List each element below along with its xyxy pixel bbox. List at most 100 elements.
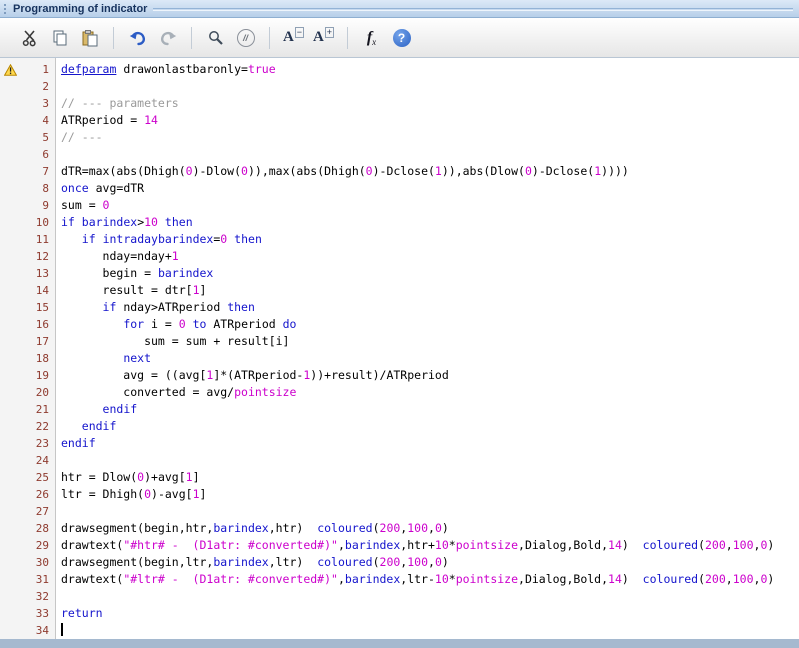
code-line[interactable]: 23 endif bbox=[0, 435, 799, 452]
code-text: begin = barindex bbox=[61, 266, 214, 280]
line-gutter: 33 bbox=[0, 605, 56, 622]
code-line[interactable]: 31 drawtext("#ltr# - (D1atr: #converted#)… bbox=[0, 571, 799, 588]
code-line[interactable]: 15 if nday>ATRperiod then bbox=[0, 299, 799, 316]
line-number: 26 bbox=[35, 488, 49, 501]
line-number: 25 bbox=[35, 471, 49, 484]
code-line[interactable]: 8 once avg=dTR bbox=[0, 180, 799, 197]
code-line[interactable]: 12 nday=nday+1 bbox=[0, 248, 799, 265]
code-line[interactable]: 27 bbox=[0, 503, 799, 520]
code-line[interactable]: 18 next bbox=[0, 350, 799, 367]
code-text: avg = ((avg[1]*(ATRperiod-1))+result)/AT… bbox=[61, 368, 449, 382]
code-line[interactable]: 20 converted = avg/pointsize bbox=[0, 384, 799, 401]
line-gutter: 21 bbox=[0, 401, 56, 418]
line-gutter: 34 bbox=[0, 622, 56, 639]
line-number: 15 bbox=[35, 301, 49, 314]
help-button[interactable]: ? bbox=[388, 24, 415, 51]
code-text: nday=nday+1 bbox=[61, 249, 179, 263]
code-line[interactable]: 34 bbox=[0, 622, 799, 639]
line-gutter: 15 bbox=[0, 299, 56, 316]
code-line[interactable]: 28 drawsegment(begin,htr,barindex,htr) co… bbox=[0, 520, 799, 537]
font-decrease-button[interactable]: A − bbox=[280, 24, 307, 51]
line-gutter: 28 bbox=[0, 520, 56, 537]
code-line[interactable]: 7 dTR=max(abs(Dhigh(0)-Dlow(0)),max(abs(D… bbox=[0, 163, 799, 180]
redo-icon bbox=[160, 31, 176, 45]
line-gutter: 32 bbox=[0, 588, 56, 605]
undo-button[interactable] bbox=[124, 24, 151, 51]
code-line[interactable]: 2 bbox=[0, 78, 799, 95]
code-line[interactable]: 14 result = dtr[1] bbox=[0, 282, 799, 299]
line-number: 16 bbox=[35, 318, 49, 331]
code-line[interactable]: 6 bbox=[0, 146, 799, 163]
panel-drag-handle[interactable] bbox=[4, 3, 7, 14]
code-text: endif bbox=[61, 436, 96, 450]
paste-button[interactable] bbox=[76, 24, 103, 51]
line-number: 31 bbox=[35, 573, 49, 586]
code-line[interactable]: 26 ltr = Dhigh(0)-avg[1] bbox=[0, 486, 799, 503]
line-gutter: 27 bbox=[0, 503, 56, 520]
code-line[interactable]: 1 defparam drawonlastbaronly=true bbox=[0, 61, 799, 78]
code-editor[interactable]: 1 defparam drawonlastbaronly=true 2 3// ---… bbox=[0, 58, 799, 639]
search-button[interactable] bbox=[202, 24, 229, 51]
line-gutter: 30 bbox=[0, 554, 56, 571]
code-line[interactable]: 32 bbox=[0, 588, 799, 605]
line-gutter: 25 bbox=[0, 469, 56, 486]
line-number: 33 bbox=[35, 607, 49, 620]
code-line[interactable]: 3 // --- parameters bbox=[0, 95, 799, 112]
code-text: if intradaybarindex=0 then bbox=[81, 232, 262, 246]
line-gutter: 26 bbox=[0, 486, 56, 503]
font-decrease-icon: A bbox=[282, 29, 294, 45]
function-button[interactable]: fx bbox=[358, 24, 385, 51]
code-line[interactable]: 22 endif bbox=[0, 418, 799, 435]
line-number: 1 bbox=[42, 63, 49, 76]
line-number: 24 bbox=[35, 454, 49, 467]
code-line[interactable]: 9 sum = 0 bbox=[0, 197, 799, 214]
code-text: once avg=dTR bbox=[61, 181, 145, 195]
line-number: 6 bbox=[42, 148, 49, 161]
line-number: 17 bbox=[35, 335, 49, 348]
line-gutter: 14 bbox=[0, 282, 56, 299]
code-line[interactable]: 30 drawsegment(begin,ltr,barindex,ltr) co… bbox=[0, 554, 799, 571]
code-line[interactable]: 33 return bbox=[0, 605, 799, 622]
line-number: 14 bbox=[35, 284, 49, 297]
undo-icon bbox=[129, 31, 145, 45]
line-gutter: 19 bbox=[0, 367, 56, 384]
titlebar[interactable]: Programming of indicator bbox=[0, 0, 799, 18]
code-text: sum = 0 bbox=[61, 198, 110, 212]
line-number: 13 bbox=[35, 267, 49, 280]
code-line[interactable]: 10 if barindex>10 then bbox=[0, 214, 799, 231]
code-line[interactable]: 17 sum = sum + result[i] bbox=[0, 333, 799, 350]
line-number: 20 bbox=[35, 386, 49, 399]
comment-button[interactable]: // bbox=[232, 24, 259, 51]
line-gutter: 9 bbox=[0, 197, 56, 214]
line-number: 32 bbox=[35, 590, 49, 603]
code-line[interactable]: 24 bbox=[0, 452, 799, 469]
code-text: endif bbox=[102, 402, 138, 416]
code-line[interactable]: 16 for i = 0 to ATRperiod do bbox=[0, 316, 799, 333]
code-line[interactable]: 21 endif bbox=[0, 401, 799, 418]
code-line[interactable]: 5 // --- bbox=[0, 129, 799, 146]
line-number: 28 bbox=[35, 522, 49, 535]
line-gutter: 6 bbox=[0, 146, 56, 163]
code-line[interactable]: 11 if intradaybarindex=0 then bbox=[0, 231, 799, 248]
line-number: 5 bbox=[42, 131, 49, 144]
code-line[interactable]: 29 drawtext("#htr# - (D1atr: #converted#)… bbox=[0, 537, 799, 554]
code-text: drawsegment(begin,ltr,barindex,ltr) colo… bbox=[61, 555, 449, 569]
redo-button[interactable] bbox=[154, 24, 181, 51]
line-number: 19 bbox=[35, 369, 49, 382]
code-text: ltr = Dhigh(0)-avg[1] bbox=[61, 487, 207, 501]
copy-button[interactable] bbox=[46, 24, 73, 51]
line-number: 8 bbox=[42, 182, 49, 195]
toolbar-separator bbox=[191, 26, 192, 49]
cut-button[interactable] bbox=[16, 24, 43, 51]
font-increase-button[interactable]: A + bbox=[310, 24, 337, 51]
code-line[interactable]: 19 avg = ((avg[1]*(ATRperiod-1))+result)… bbox=[0, 367, 799, 384]
line-gutter: 5 bbox=[0, 129, 56, 146]
code-line[interactable]: 25 htr = Dlow(0)+avg[1] bbox=[0, 469, 799, 486]
line-number: 22 bbox=[35, 420, 49, 433]
code-text: drawsegment(begin,htr,barindex,htr) colo… bbox=[61, 521, 449, 535]
code-line[interactable]: 13 begin = barindex bbox=[0, 265, 799, 282]
line-gutter: 2 bbox=[0, 78, 56, 95]
line-gutter: 16 bbox=[0, 316, 56, 333]
code-line[interactable]: 4 ATRperiod = 14 bbox=[0, 112, 799, 129]
